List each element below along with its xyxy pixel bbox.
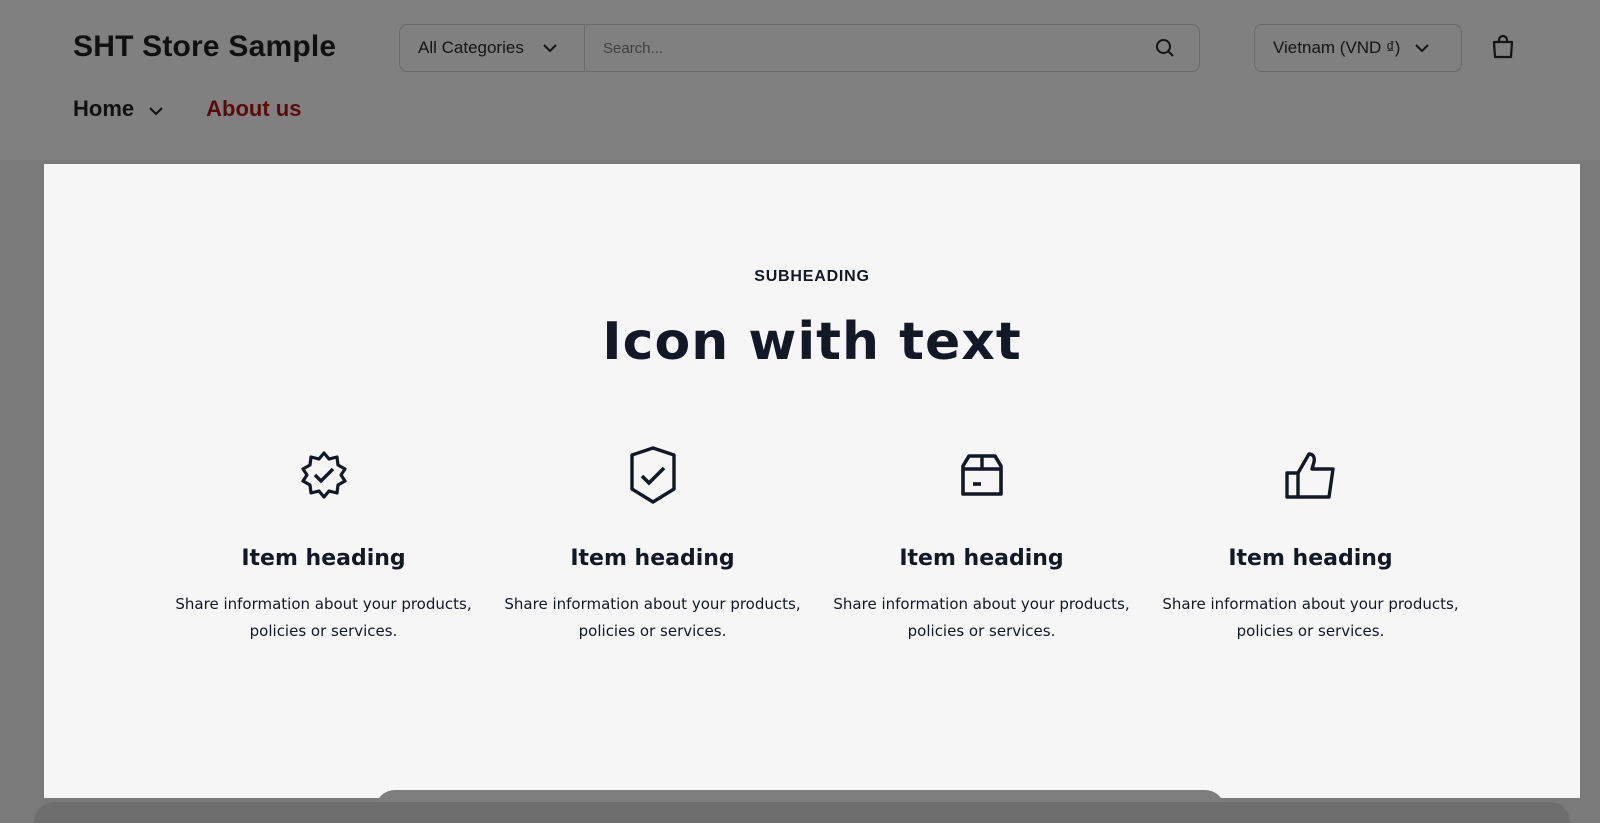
icon-with-text-section: SUBHEADING Icon with text Item heading S…	[44, 164, 1580, 798]
item-text: Share information about your products, p…	[1162, 595, 1459, 640]
nav-home-label: Home	[73, 96, 135, 121]
search-input-wrap	[585, 25, 1141, 71]
country-select-label: Vietnam (VND ₫)	[1273, 38, 1401, 57]
item-heading: Item heading	[570, 546, 735, 571]
search-input[interactable]	[603, 39, 1141, 57]
site-header: SHT Store Sample All Categories Vietnam …	[0, 0, 1600, 160]
nav-item-about-us[interactable]: About us	[206, 96, 301, 122]
search-icon[interactable]	[1141, 24, 1189, 72]
category-select-label: All Categories	[418, 38, 524, 57]
item-heading: Item heading	[1228, 546, 1393, 571]
shield-check-icon	[626, 444, 680, 506]
next-section-edge	[34, 802, 1570, 823]
chevron-down-icon	[1414, 38, 1430, 58]
thumbs-up-icon	[1284, 444, 1338, 506]
list-item: Item heading Share information about you…	[817, 444, 1146, 645]
list-item: Item heading Share information about you…	[488, 444, 817, 645]
section-subheading: SUBHEADING	[754, 268, 870, 285]
category-select[interactable]: All Categories	[400, 25, 585, 71]
item-text: Share information about your products, p…	[175, 595, 472, 640]
list-item: Item heading Share information about you…	[1146, 444, 1475, 645]
item-heading: Item heading	[899, 546, 1064, 571]
item-text: Share information about your products, p…	[504, 595, 801, 640]
chevron-down-icon	[542, 38, 558, 58]
store-logo[interactable]: SHT Store Sample	[73, 30, 336, 64]
search-bar: All Categories	[399, 24, 1200, 72]
section-title: Icon with text	[602, 312, 1022, 372]
item-text: Share information about your products, p…	[833, 595, 1130, 640]
item-heading: Item heading	[241, 546, 406, 571]
list-item: Item heading Share information about you…	[159, 444, 488, 645]
verified-badge-icon	[297, 444, 351, 506]
country-currency-select[interactable]: Vietnam (VND ₫)	[1254, 24, 1462, 72]
items-grid: Item heading Share information about you…	[159, 444, 1475, 645]
package-box-icon	[955, 444, 1009, 506]
chevron-down-icon	[148, 96, 164, 122]
main-nav: Home About us	[73, 96, 301, 122]
nav-item-home[interactable]: Home	[73, 96, 164, 122]
cart-bag-icon[interactable]	[1490, 34, 1516, 60]
